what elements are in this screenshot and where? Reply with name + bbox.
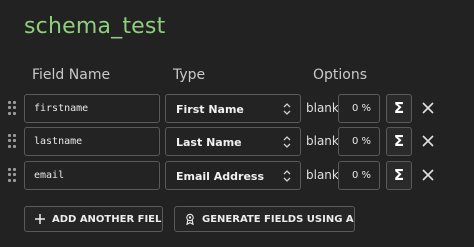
column-header-field-name: Field Name xyxy=(32,67,111,83)
close-icon[interactable] xyxy=(421,134,435,148)
generate-fields-ai-label: GENERATE FIELDS USING AI... xyxy=(202,213,355,225)
drag-handle-icon[interactable] xyxy=(8,168,16,182)
field-type-select[interactable]: Email Address xyxy=(165,161,301,190)
blank-percent-input[interactable]: 0 % xyxy=(338,127,380,156)
formula-button[interactable]: Σ xyxy=(386,127,412,156)
add-another-field-button[interactable]: ADD ANOTHER FIELD xyxy=(24,206,163,232)
drag-handle-icon[interactable] xyxy=(8,134,16,148)
formula-button[interactable]: Σ xyxy=(386,94,412,123)
add-another-field-label: ADD ANOTHER FIELD xyxy=(52,213,163,225)
blank-percent-input[interactable]: 0 % xyxy=(338,94,380,123)
field-name-input[interactable]: email xyxy=(24,161,160,190)
generate-fields-ai-button[interactable]: GENERATE FIELDS USING AI... xyxy=(174,206,355,232)
column-header-options: Options xyxy=(313,67,368,83)
field-row: email Email Address blank: 0 % Σ xyxy=(0,161,474,190)
close-icon[interactable] xyxy=(421,101,435,115)
column-header-type: Type xyxy=(173,67,206,83)
formula-button[interactable]: Σ xyxy=(386,161,412,190)
field-row: lastname Last Name blank: 0 % Σ xyxy=(0,127,474,156)
field-name-input[interactable]: lastname xyxy=(24,127,160,156)
drag-handle-icon[interactable] xyxy=(8,101,16,115)
chevron-updown-icon xyxy=(283,136,291,148)
field-type-value: Email Address xyxy=(176,170,265,183)
ai-badge-icon xyxy=(186,213,194,225)
schema-title: schema_test xyxy=(24,14,166,39)
chevron-updown-icon xyxy=(283,170,291,182)
field-type-select[interactable]: First Name xyxy=(165,94,301,123)
blank-percent-input[interactable]: 0 % xyxy=(338,161,380,190)
field-row: firstname First Name blank: 0 % Σ xyxy=(0,94,474,123)
field-type-value: First Name xyxy=(176,103,244,116)
field-type-select[interactable]: Last Name xyxy=(165,127,301,156)
field-type-value: Last Name xyxy=(176,136,242,149)
plus-icon xyxy=(35,214,45,224)
close-icon[interactable] xyxy=(421,168,435,182)
chevron-updown-icon xyxy=(283,103,291,115)
field-name-input[interactable]: firstname xyxy=(24,94,160,123)
